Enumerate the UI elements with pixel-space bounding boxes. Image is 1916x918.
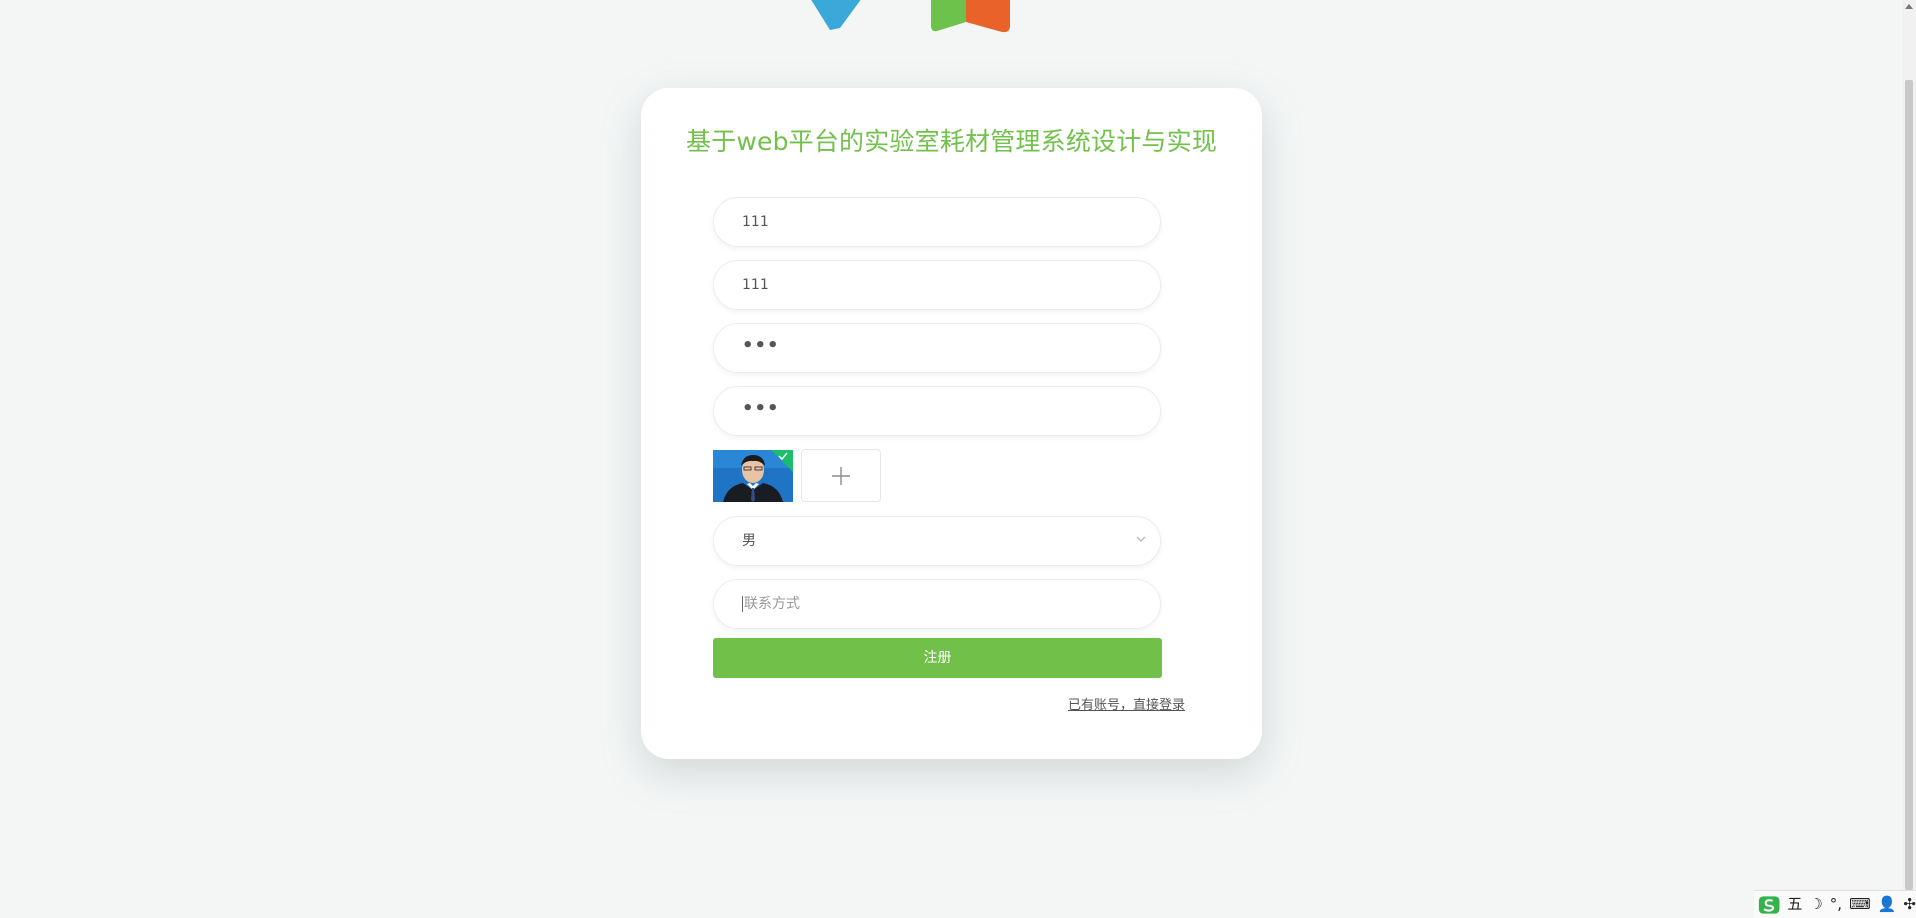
sogou-ime-logo-icon[interactable] (1758, 894, 1780, 916)
contact-placeholder: 联系方式 (744, 596, 800, 612)
plus-icon (832, 467, 850, 485)
avatar-photo-icon (713, 450, 793, 502)
text-cursor (742, 596, 743, 612)
keyboard-icon[interactable]: ⌨ (1849, 897, 1871, 912)
scroll-up-icon[interactable] (1905, 4, 1913, 9)
gender-select[interactable]: 男 (713, 516, 1161, 566)
gender-selected-value: 男 (742, 533, 756, 549)
brand-logo (811, 0, 1010, 33)
upload-image-button[interactable] (801, 449, 881, 502)
register-button[interactable]: 注册 (713, 638, 1162, 678)
user-icon[interactable]: 👤 (1878, 897, 1897, 912)
scroll-thumb[interactable] (1905, 80, 1913, 890)
ime-toolbar: 五 ☽ °, ⌨ 👤 ✣ (1754, 890, 1916, 918)
moon-icon[interactable]: ☽ (1809, 897, 1822, 912)
avatar-thumbnail[interactable] (713, 450, 793, 502)
ime-mode-toggle[interactable]: 五 (1787, 897, 1802, 912)
vertical-scrollbar[interactable] (1902, 0, 1916, 918)
password-input[interactable]: ••• (713, 323, 1161, 373)
chevron-down-icon (1136, 536, 1146, 542)
account-input[interactable]: 111 (713, 197, 1161, 247)
grid-icon[interactable]: ✣ (1903, 897, 1916, 912)
confirm-password-input[interactable]: ••• (713, 386, 1161, 436)
punctuation-toggle[interactable]: °, (1830, 897, 1842, 912)
login-link[interactable]: 已有账号，直接登录 (1068, 694, 1185, 713)
contact-input[interactable]: 联系方式 (713, 579, 1161, 629)
register-card: 基于web平台的实验室耗材管理系统设计与实现 111 111 ••• ••• 男 (641, 88, 1262, 759)
name-input[interactable]: 111 (713, 260, 1161, 310)
page-title: 基于web平台的实验室耗材管理系统设计与实现 (685, 127, 1218, 156)
